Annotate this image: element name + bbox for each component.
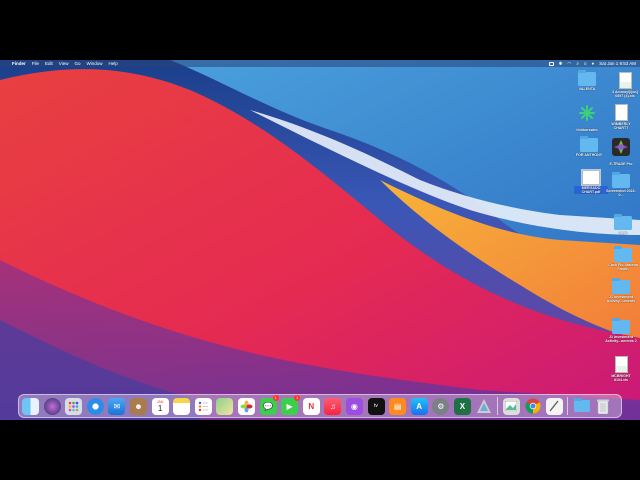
desktop-file-mergado-chart[interactable]: MERGADO CHART.pdf bbox=[574, 169, 608, 195]
desktop-folder-cash[interactable]: Cash bbox=[606, 214, 640, 235]
desktop-folder-cash-flo[interactable]: Cash Flo. Mateba Smoth bbox=[606, 246, 640, 272]
desktop-label: MCBRIGHT 8104.xls bbox=[611, 374, 631, 383]
clock[interactable]: Sat Jan 1 9:53 AM bbox=[599, 61, 636, 66]
desktop-label: E-TRADE Pro bbox=[609, 162, 633, 166]
etrade-icon bbox=[612, 138, 630, 156]
folder-icon bbox=[612, 172, 630, 188]
desktop-label: WIMBERLY CHARTT bbox=[611, 122, 631, 131]
books-icon[interactable]: ▤ bbox=[389, 397, 407, 415]
dock: ✉ ☻ JAN 1 💬 1 ▶ 1 N ♫ ◉ tv ▤ A ⚙ X bbox=[18, 394, 622, 418]
dock-separator bbox=[567, 397, 569, 415]
folder-icon bbox=[612, 318, 630, 334]
desktop-file-xls[interactable]: 3 Ammoy/[ijon] 0897 (4).xls bbox=[608, 72, 640, 98]
mail-icon[interactable]: ✉ bbox=[108, 397, 126, 415]
system-preferences-icon[interactable]: ⚙ bbox=[432, 397, 450, 415]
battery-icon[interactable] bbox=[548, 61, 554, 66]
desktop-label: MERGADO CHART.pdf bbox=[574, 186, 608, 195]
podcasts-icon[interactable]: ◉ bbox=[345, 397, 363, 415]
launchpad-icon[interactable] bbox=[65, 397, 83, 415]
contacts-icon[interactable]: ☻ bbox=[129, 397, 147, 415]
siri-icon[interactable] bbox=[43, 397, 61, 415]
music-icon[interactable]: ♫ bbox=[324, 397, 342, 415]
desktop-label: Cash Flo. Mateba Smoth bbox=[608, 263, 638, 272]
desktop-folder-screenshot[interactable]: Screenshot 2022-0... bbox=[604, 172, 638, 198]
desktop-label: thinkorswim bbox=[576, 128, 598, 132]
desktop-file-mcbright[interactable]: MCBRIGHT 8104.xls bbox=[604, 356, 638, 382]
menu-help[interactable]: Help bbox=[109, 61, 118, 66]
menu-view[interactable]: View bbox=[59, 61, 69, 66]
bluetooth-icon[interactable]: ✱ bbox=[559, 61, 563, 67]
document-icon bbox=[614, 104, 628, 121]
photos-icon[interactable] bbox=[237, 397, 255, 415]
pdf-icon bbox=[581, 169, 601, 186]
menu-file[interactable]: File bbox=[32, 61, 39, 66]
folder-icon bbox=[612, 278, 630, 294]
desktop-folder-j1-investment-2[interactable]: J1 Investment Activity...uments 2 bbox=[604, 318, 638, 344]
folder-icon bbox=[614, 214, 632, 230]
siri-icon[interactable]: ● bbox=[592, 61, 595, 66]
dock-separator bbox=[497, 397, 499, 415]
excel-icon[interactable]: X bbox=[453, 397, 471, 415]
desktop-label: VALENTA bbox=[578, 87, 596, 91]
desktop-app-thinkorswim[interactable]: thinkorswim bbox=[570, 104, 604, 132]
textedit-icon[interactable] bbox=[545, 397, 563, 415]
menu-app-name[interactable]: Finder bbox=[12, 61, 26, 66]
news-icon[interactable]: N bbox=[302, 397, 320, 415]
facetime-badge: 1 bbox=[294, 394, 301, 401]
elevation-app-icon[interactable] bbox=[475, 398, 492, 415]
facetime-icon[interactable]: ▶ 1 bbox=[281, 394, 301, 415]
desktop-app-etrade[interactable]: E-TRADE Pro bbox=[604, 138, 638, 166]
maps-icon[interactable] bbox=[216, 397, 234, 415]
desktop-label: J1 Investment Activity...uments 2 bbox=[605, 335, 637, 344]
desktop-label: FOR ANTHONY bbox=[575, 153, 603, 157]
desktop-folder-for-anthony[interactable]: FOR ANTHONY bbox=[572, 136, 606, 157]
folder-icon bbox=[580, 136, 598, 152]
trash-icon[interactable] bbox=[595, 398, 612, 415]
preview-icon[interactable] bbox=[502, 397, 520, 415]
menu-bar: Finder File Edit View Go Window Help ✱ ◠… bbox=[0, 60, 640, 67]
menu-window[interactable]: Window bbox=[87, 61, 103, 66]
control-center-icon[interactable]: ≡ bbox=[584, 61, 587, 66]
downloads-folder-icon[interactable] bbox=[573, 398, 590, 415]
desktop-folder-valenta[interactable]: VALENTA bbox=[570, 70, 604, 91]
desktop-folder-j1-investment[interactable]: J1 Investment Activity...uments bbox=[604, 278, 638, 304]
wallpaper bbox=[0, 60, 640, 420]
folder-icon bbox=[614, 246, 632, 262]
finder-icon[interactable] bbox=[22, 397, 39, 415]
wifi-icon[interactable]: ◠ bbox=[567, 61, 571, 67]
apple-tv-icon[interactable]: tv bbox=[367, 397, 385, 415]
folder-icon bbox=[578, 70, 596, 86]
messages-badge: 1 bbox=[272, 394, 279, 401]
desktop-label: Cash bbox=[618, 231, 628, 235]
app-store-icon[interactable]: A bbox=[410, 397, 428, 415]
desktop-file-wimberly[interactable]: WIMBERLY CHARTT bbox=[604, 104, 638, 130]
desktop-label: Screenshot 2022-0... bbox=[606, 189, 636, 198]
notes-icon[interactable] bbox=[173, 397, 191, 415]
safari-icon[interactable] bbox=[86, 397, 104, 415]
desktop-label: J1 Investment Activity...uments bbox=[606, 295, 636, 304]
desktop-label: 3 Ammoy/[ijon] 0897 (4).xls bbox=[612, 90, 638, 99]
desktop-screen: Finder File Edit View Go Window Help ✱ ◠… bbox=[0, 60, 640, 420]
thinkorswim-icon bbox=[579, 105, 595, 121]
spreadsheet-icon bbox=[614, 356, 628, 373]
search-icon[interactable]: ⌕ bbox=[576, 61, 579, 66]
status-area: ✱ ◠ ⌕ ≡ ● Sat Jan 1 9:53 AM bbox=[548, 60, 636, 67]
calendar-icon[interactable]: JAN 1 bbox=[151, 397, 169, 415]
calendar-day: 1 bbox=[157, 403, 163, 413]
reminders-icon[interactable] bbox=[194, 397, 212, 415]
messages-icon[interactable]: 💬 1 bbox=[259, 394, 279, 415]
menu-edit[interactable]: Edit bbox=[45, 61, 53, 66]
menu-go[interactable]: Go bbox=[74, 61, 80, 66]
spreadsheet-icon bbox=[618, 72, 632, 89]
chrome-icon[interactable] bbox=[524, 398, 541, 415]
